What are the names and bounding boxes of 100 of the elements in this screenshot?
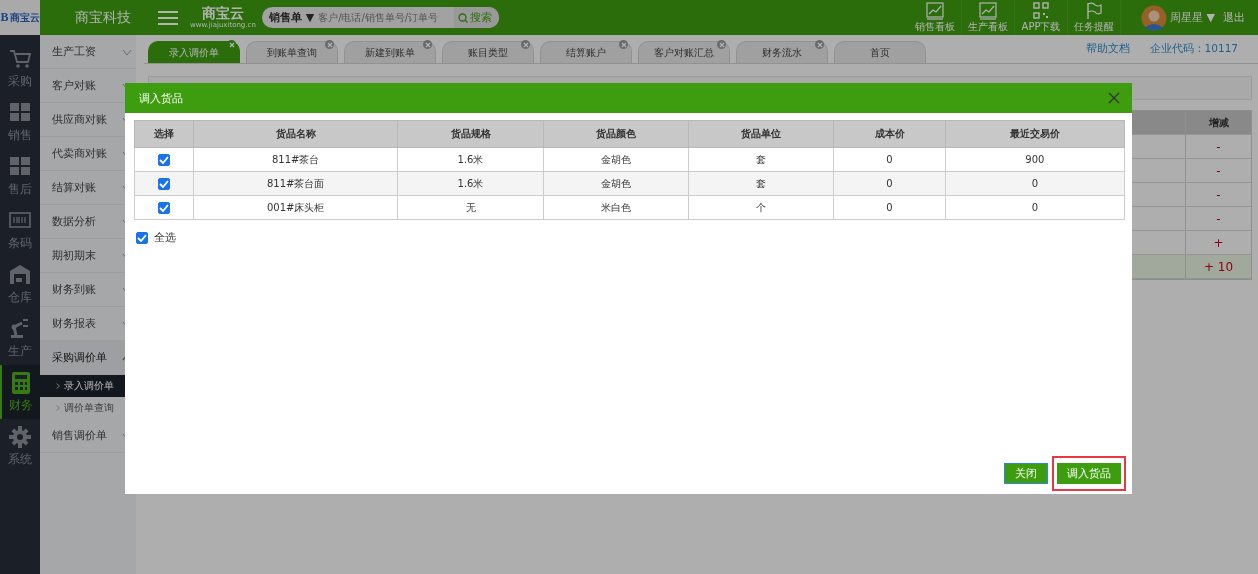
x-icon (228, 41, 235, 48)
user-menu[interactable]: 周星星 ▼ (1170, 10, 1215, 25)
menu-icon (158, 9, 178, 26)
close-icon[interactable] (717, 40, 726, 49)
table-cell: 个 (688, 195, 834, 220)
close-icon[interactable] (815, 40, 824, 49)
rail-item[interactable]: 仓库 (0, 257, 40, 311)
close-icon[interactable] (227, 40, 236, 49)
avatar-icon (1141, 4, 1168, 31)
tab[interactable]: 新建到账单 (344, 41, 436, 63)
column-header: 货品名称 (193, 120, 398, 148)
rail-item[interactable]: 系统 (0, 419, 40, 473)
tab[interactable]: 账目类型 (442, 41, 534, 63)
rail-item[interactable]: 条码 (0, 203, 40, 257)
brand-name: 商宝云 (201, 6, 244, 21)
x-icon (620, 41, 627, 48)
x-icon (718, 41, 725, 48)
gear-icon (8, 424, 32, 449)
logo-letter: B (0, 10, 9, 25)
close-icon (1108, 92, 1120, 104)
rail-item[interactable]: 财务 (0, 365, 40, 419)
table-header-cell: 增减 (1185, 111, 1251, 134)
rail-item[interactable]: 售后 (0, 149, 40, 203)
dialog-button[interactable]: 调入货品 (1057, 462, 1121, 484)
check-icon (137, 234, 147, 242)
close-icon[interactable] (521, 40, 530, 49)
table-cell: - (1185, 183, 1251, 206)
dialog-title: 调入货品 (139, 90, 183, 106)
rail-item[interactable]: 销售 (0, 95, 40, 149)
table-cell: 0 (945, 171, 1125, 196)
checkbox[interactable] (158, 153, 170, 166)
tab[interactable]: 结算账户 (540, 41, 632, 63)
table-cell: 811#茶台 (193, 147, 398, 172)
tab[interactable]: 客户对账汇总 (638, 41, 730, 63)
table-cell: + (1185, 231, 1251, 254)
header-link[interactable]: 帮助文档 (1085, 42, 1130, 56)
dialog-button[interactable]: 关闭 (1004, 462, 1048, 484)
x-icon (326, 41, 333, 48)
tab[interactable]: 财务流水 (736, 41, 828, 63)
company-name: 商宝科技 (74, 8, 132, 27)
column-header: 选择 (134, 120, 194, 148)
shortcut-button[interactable]: 销售看板 (909, 0, 963, 35)
close-button[interactable] (1108, 92, 1120, 104)
table-cell: 无 (397, 195, 544, 220)
table-cell: + 10 (1185, 255, 1251, 278)
close-icon[interactable] (619, 40, 628, 49)
tab[interactable]: 首页 (834, 41, 926, 63)
search-field[interactable]: 销售单 ▼ 客户/电话/销售单号/订单号 搜索 (261, 7, 500, 28)
table-cell: 0 (945, 195, 1125, 220)
table-cell: - (1185, 159, 1251, 182)
table-cell: - (1185, 135, 1251, 158)
checkbox[interactable] (158, 201, 170, 214)
table-cell: 900 (945, 147, 1125, 172)
column-header: 货品颜色 (543, 120, 689, 148)
column-header: 成本价 (833, 120, 946, 148)
close-icon[interactable] (423, 40, 432, 49)
rail-item[interactable]: 生产 (0, 311, 40, 365)
qr-code-icon (1031, 1, 1052, 20)
table-cell: 001#床头柜 (193, 195, 398, 220)
table-cell: 套 (688, 147, 834, 172)
table-cell: 0 (833, 147, 946, 172)
table-cell: 套 (688, 171, 834, 196)
close-icon[interactable] (325, 40, 334, 49)
tab[interactable]: 到账单查询 (246, 41, 338, 63)
flag-icon (1084, 1, 1105, 20)
table-cell: 0 (833, 171, 946, 196)
shortcut-button[interactable]: APP下载 (1015, 0, 1069, 35)
logout-link[interactable]: 退出 (1223, 10, 1245, 25)
sidebar-item[interactable]: 生产工资 (40, 35, 136, 69)
check-icon (159, 203, 169, 212)
table-cell: 金胡色 (543, 147, 689, 172)
checkbox[interactable] (136, 232, 148, 244)
table-cell: 1.6米 (397, 171, 544, 196)
shortcut-button[interactable]: 任务提醒 (1068, 0, 1122, 35)
shortcut-button[interactable]: 生产看板 (962, 0, 1016, 35)
check-icon (159, 179, 169, 188)
table-cell: 米白色 (543, 195, 689, 220)
search-icon (458, 12, 469, 23)
column-header: 货品单位 (688, 120, 834, 148)
rail-item[interactable]: 采购 (0, 41, 40, 95)
column-header: 最近交易价 (945, 120, 1125, 148)
calculator-icon (9, 370, 33, 395)
table-cell: 0 (833, 195, 946, 220)
column-header: 货品规格 (397, 120, 544, 148)
submenu-item[interactable]: 调价单查询 (40, 397, 136, 419)
chevron-icon (56, 405, 60, 411)
x-icon (522, 41, 529, 48)
header-link[interactable]: 企业代码：10117 (1149, 42, 1238, 56)
checkbox[interactable] (158, 177, 170, 190)
table-cell: 811#茶台面 (193, 171, 398, 196)
table-cell: - (1185, 207, 1251, 230)
warehouse-icon (8, 262, 32, 287)
scope-dropdown[interactable]: 销售单 ▼ (261, 10, 319, 25)
chevron-icon (56, 383, 60, 389)
table-cell: 金胡色 (543, 171, 689, 196)
tab[interactable]: 录入调价单 (148, 41, 240, 63)
check-icon (159, 155, 169, 164)
x-icon (424, 41, 431, 48)
x-icon (816, 41, 823, 48)
chart-icon (925, 1, 946, 20)
